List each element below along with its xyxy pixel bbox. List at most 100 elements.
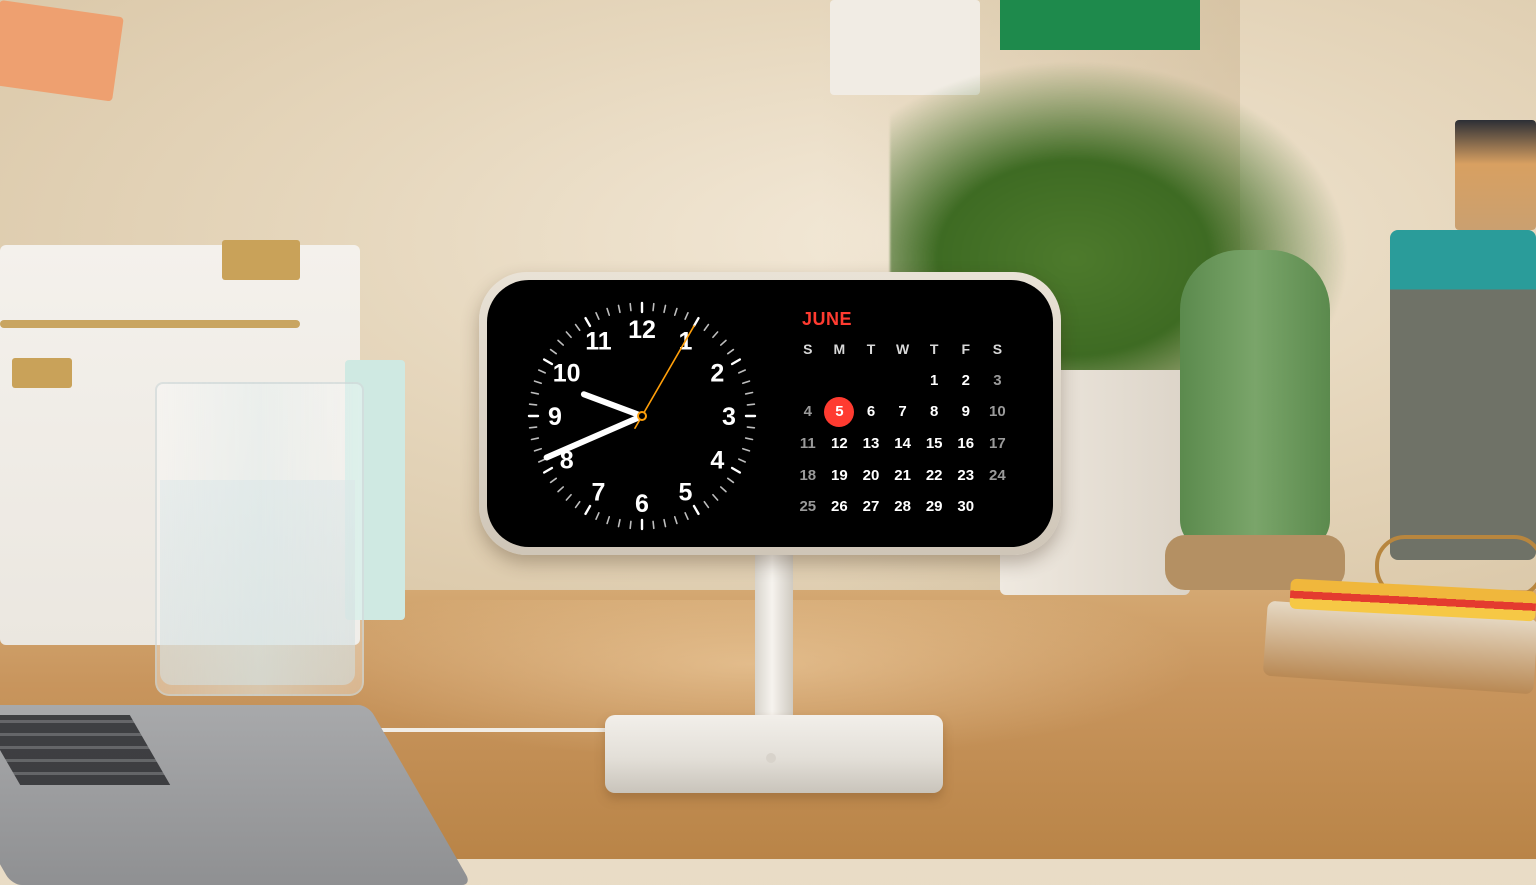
calendar-day: 24 (989, 466, 1006, 484)
water-glass (155, 382, 364, 696)
stand-indicator (766, 753, 776, 763)
weekday-label: F (961, 340, 971, 357)
minute-tick (584, 504, 592, 516)
minute-tick (663, 518, 667, 528)
minute-tick (595, 512, 600, 521)
calendar-day: 12 (831, 435, 848, 453)
minute-tick (606, 516, 611, 525)
minute-tick (533, 380, 542, 385)
clock-numeral: 4 (710, 447, 724, 475)
minute-tick (557, 339, 565, 346)
minute-tick (730, 466, 742, 474)
minute-tick (712, 331, 719, 339)
minute-tick (530, 437, 540, 441)
calendar-day: 15 (925, 435, 943, 453)
calendar-day: 6 (866, 403, 876, 421)
minute-tick (537, 458, 546, 463)
clock-numeral: 11 (585, 328, 612, 356)
minute-tick (738, 458, 747, 463)
calendar-day: 9 (961, 403, 970, 421)
patterned-box (1390, 230, 1536, 560)
standby-screen[interactable]: 121234567891011 JUNE SMTWTFS123456789101… (487, 280, 1053, 547)
minute-tick (574, 500, 581, 509)
minute-tick (738, 369, 747, 374)
minute-tick (703, 323, 710, 332)
minute-tick (549, 348, 558, 355)
clock-numeral: 3 (722, 403, 736, 431)
calendar-day: 13 (862, 435, 880, 453)
weekday-label: S (803, 340, 813, 357)
calendar-day-number: 5 (835, 403, 844, 421)
calendar-widget[interactable]: JUNE S M T W T F S 1 2 3 4 5 6 7 8 9 10 11 12 13 14 15 16 17 18 1… (792, 306, 1032, 523)
clock-numeral: 5 (679, 478, 693, 506)
minute-tick (542, 358, 554, 366)
weekday-label: M (833, 340, 846, 357)
weekday-label: W (895, 340, 910, 357)
clock-numeral: 6 (635, 490, 649, 518)
binder-clip-small (12, 358, 72, 388)
calendar-day: 22 (925, 466, 943, 484)
calendar-day: 25 (799, 498, 817, 516)
clock-face: 121234567891011 (527, 301, 757, 531)
minute-tick (684, 512, 689, 521)
calendar-day: 19 (831, 466, 848, 484)
desk-scene: 121234567891011 JUNE SMTWTFS123456789101… (0, 0, 1536, 885)
analog-clock-widget[interactable]: 121234567891011 (523, 297, 761, 535)
calendar-day: 29 (925, 498, 943, 516)
clock-hub (637, 411, 647, 421)
minute-tick (557, 486, 565, 493)
minute-tick (530, 391, 540, 395)
minute-tick (542, 466, 554, 474)
minute-tick (537, 369, 546, 374)
minute-tick (528, 426, 538, 429)
calendar-day: 3 (993, 371, 1002, 389)
stand-stem (755, 548, 793, 728)
calendar-day: 4 (803, 403, 812, 421)
minute-tick (746, 403, 756, 406)
book-stack (1455, 120, 1536, 230)
clock-numeral: 12 (628, 316, 656, 344)
green-vase (1180, 250, 1330, 550)
minute-tick (742, 380, 751, 385)
calendar-day: 14 (894, 435, 911, 453)
minute-tick (565, 493, 572, 501)
minute-tick (629, 302, 632, 312)
calendar-day: 1 (930, 371, 939, 389)
calendar-blank (792, 365, 824, 397)
minute-tick (549, 477, 558, 484)
minute-tick (673, 307, 678, 316)
clock-numeral: 7 (592, 478, 606, 506)
minute-tick (692, 504, 700, 516)
green-pennant (1000, 0, 1200, 50)
minute-tick (730, 358, 742, 366)
minute-tick (703, 500, 710, 509)
calendar-day: 10 (989, 403, 1006, 421)
minute-tick (663, 304, 667, 314)
minute-tick (652, 302, 655, 312)
calendar-day: 8 (930, 403, 939, 421)
minute-tick (528, 403, 538, 406)
minute-tick (595, 311, 600, 320)
weekday-label: S (992, 340, 1003, 357)
minute-tick (617, 304, 621, 314)
calendar-day: 23 (957, 466, 975, 484)
calendar-blank (982, 491, 1014, 523)
calendar-day: 16 (957, 435, 975, 453)
minute-tick (574, 323, 581, 332)
box-edge (0, 320, 300, 328)
calendar-day: 11 (799, 435, 816, 453)
minute-tick (673, 516, 678, 525)
calendar-blank (887, 365, 919, 397)
minute-tick (746, 426, 756, 429)
clock-numeral: 2 (710, 360, 724, 388)
calendar-day: 17 (989, 435, 1006, 453)
calendar-day: 26 (831, 498, 848, 516)
calendar-day: 20 (862, 466, 880, 484)
calendar-day: 27 (862, 498, 880, 516)
calendar-day: 30 (957, 498, 975, 516)
minute-tick (692, 316, 700, 328)
calendar-month: JUNE (802, 309, 853, 329)
calendar-blank (824, 365, 856, 397)
calendar-day: 21 (894, 466, 911, 484)
minute-tick (712, 493, 719, 501)
